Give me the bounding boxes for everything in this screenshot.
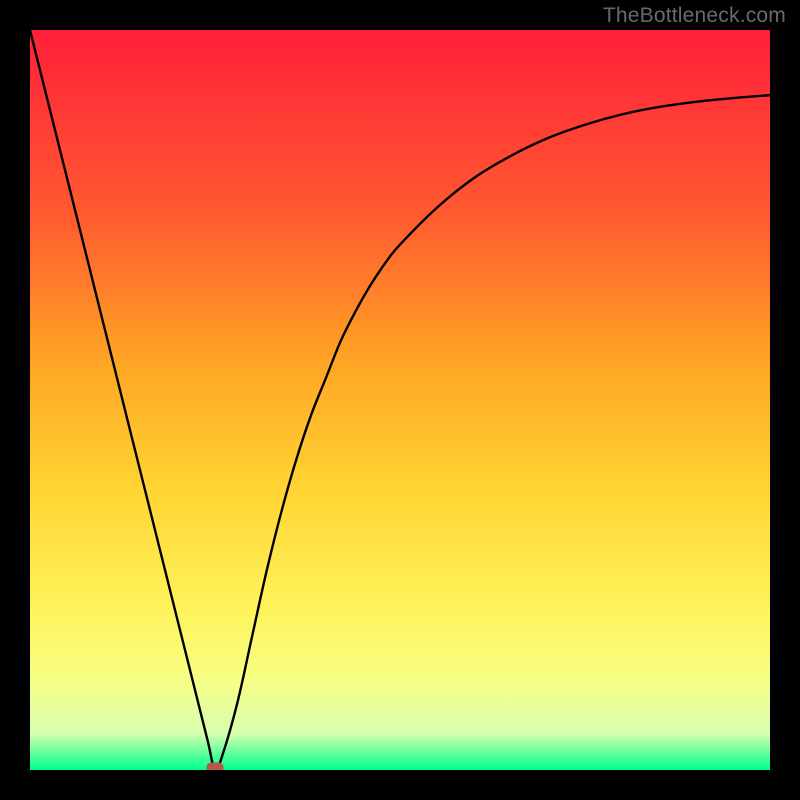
plot-background bbox=[30, 30, 770, 770]
attribution-label: TheBottleneck.com bbox=[603, 4, 786, 28]
bottleneck-chart bbox=[0, 0, 800, 800]
